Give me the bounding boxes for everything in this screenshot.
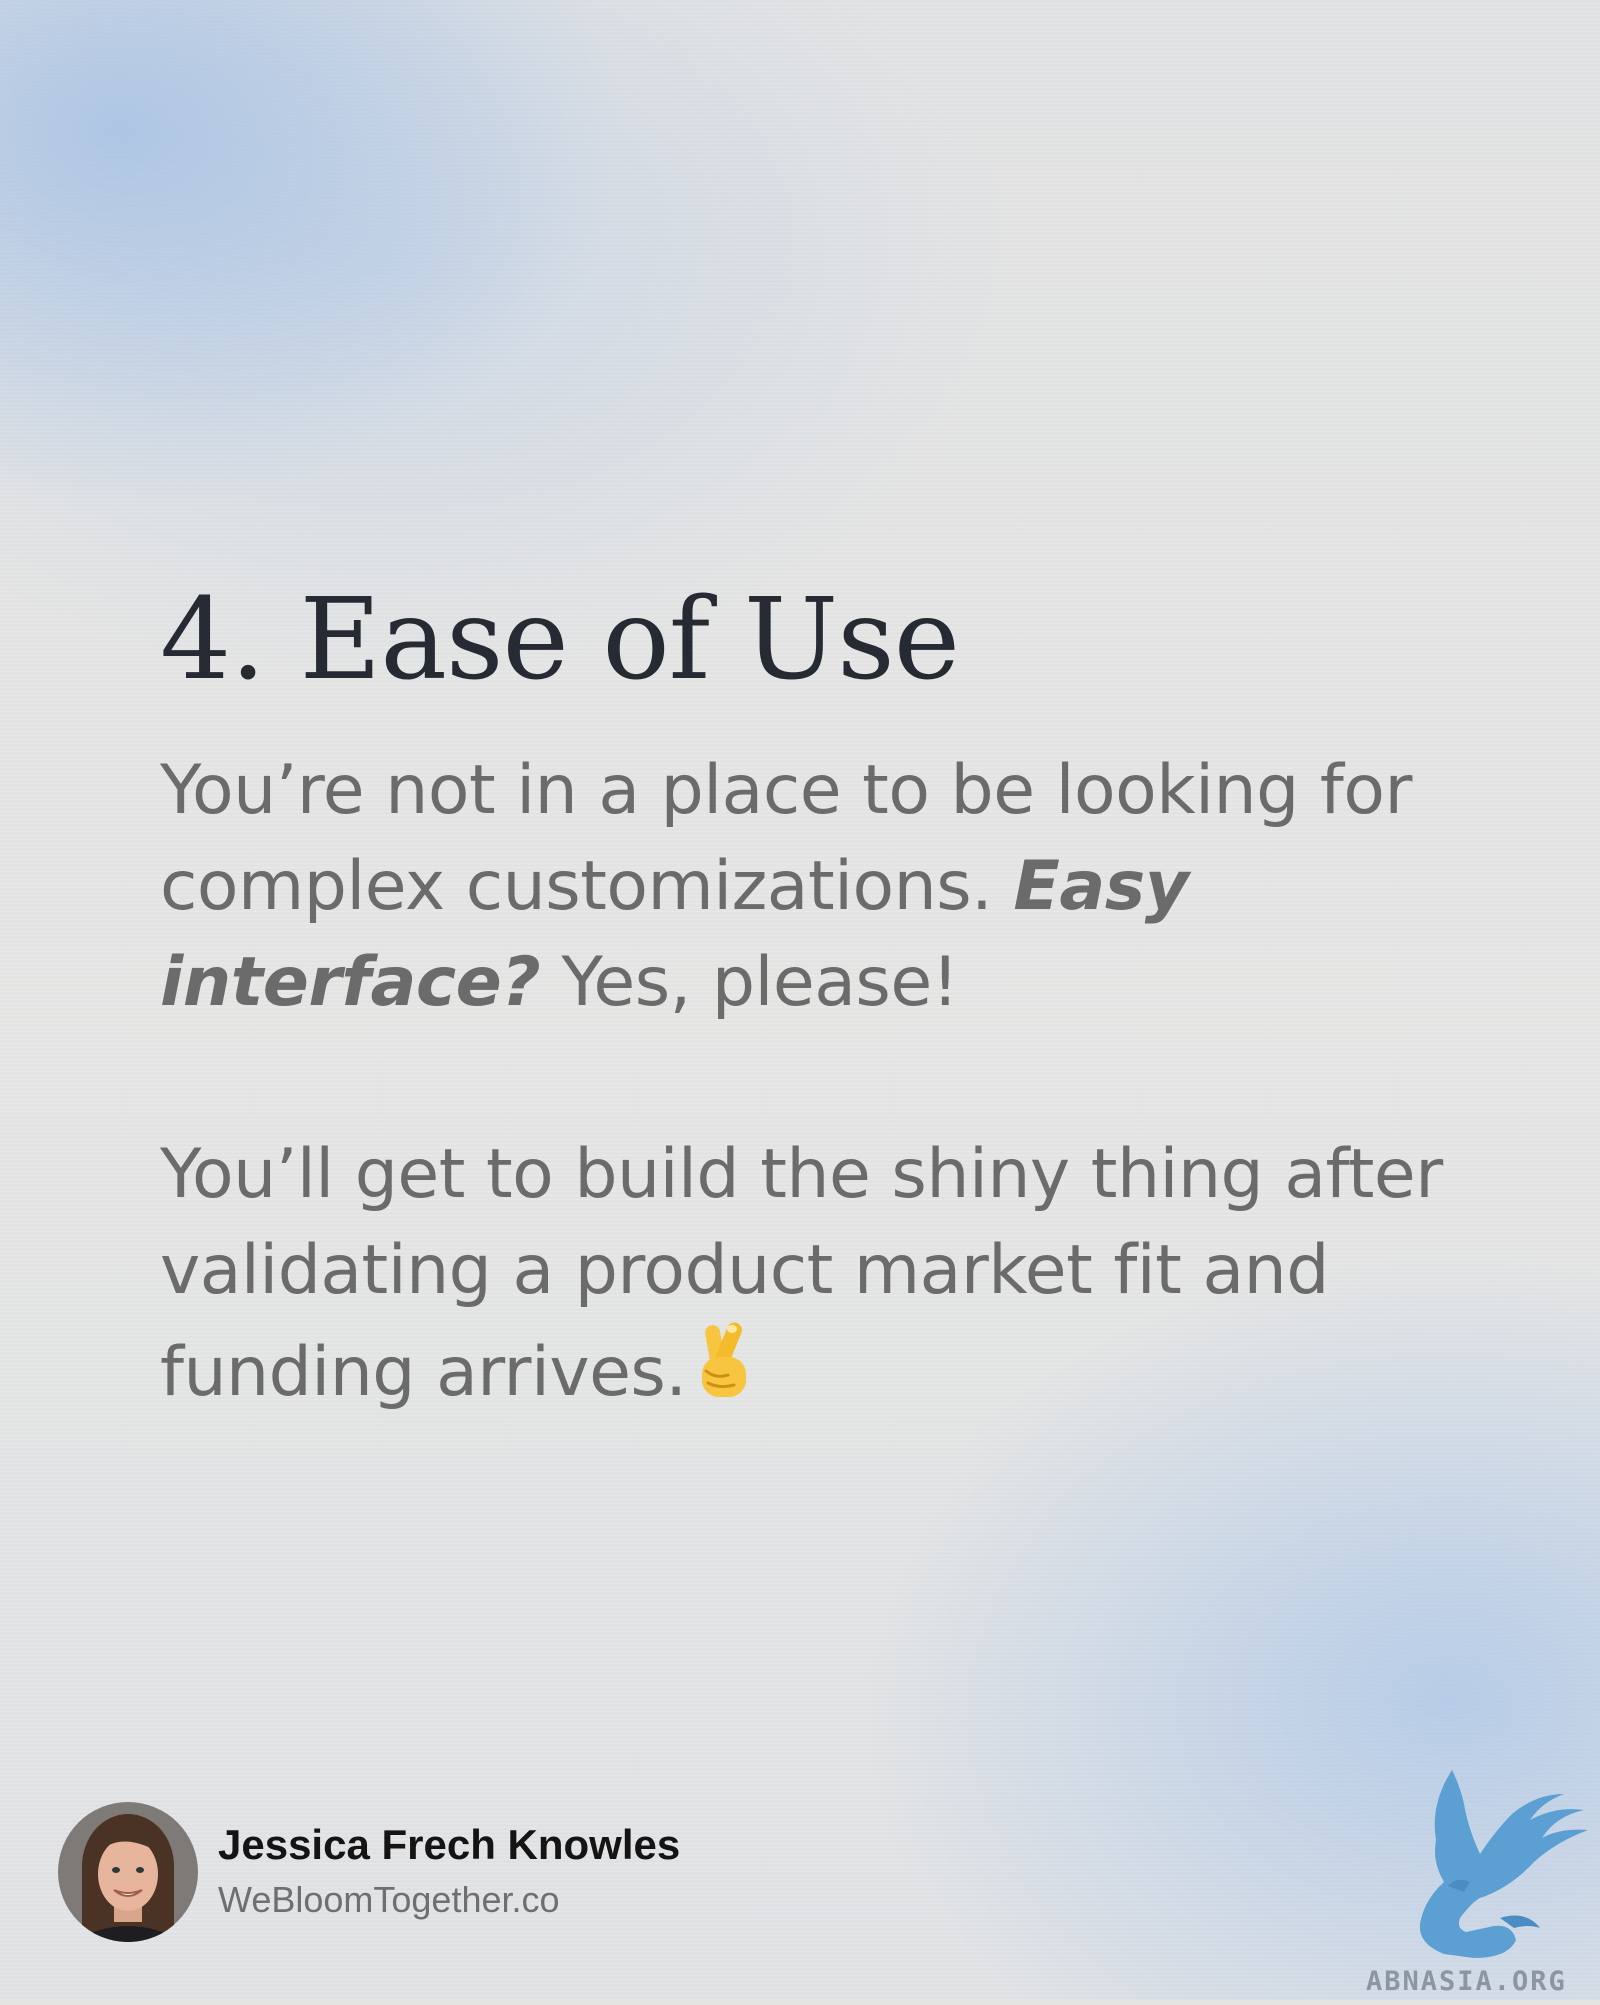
- watermark-text: ABNASIA.ORG: [1366, 1966, 1567, 1997]
- paragraph-one: You’re not in a place to be looking for …: [160, 743, 1480, 1031]
- author-info: Jessica Frech Knowles WeBloomTogether.co: [218, 1819, 680, 1925]
- griffin-logo-icon: ABNASIA.ORG: [1360, 1758, 1600, 2000]
- author-avatar: [58, 1802, 198, 1942]
- paragraph-one-tail: Yes, please!: [540, 943, 959, 1022]
- crossed-fingers-icon: [692, 1319, 756, 1427]
- author-site: WeBloomTogether.co: [218, 1879, 560, 1920]
- paragraph-two: You’ll get to build the shiny thing afte…: [160, 1127, 1480, 1427]
- author-name: Jessica Frech Knowles: [218, 1821, 681, 1868]
- paragraph-one-text: You’re not in a place to be looking for …: [160, 751, 1412, 926]
- author-card: Jessica Frech Knowles WeBloomTogether.co: [58, 1802, 680, 1942]
- slide-content: 4. Ease of Use You’re not in a place to …: [160, 575, 1480, 1427]
- paragraph-two-text: You’ll get to build the shiny thing afte…: [160, 1135, 1443, 1412]
- slide-title: 4. Ease of Use: [160, 575, 960, 705]
